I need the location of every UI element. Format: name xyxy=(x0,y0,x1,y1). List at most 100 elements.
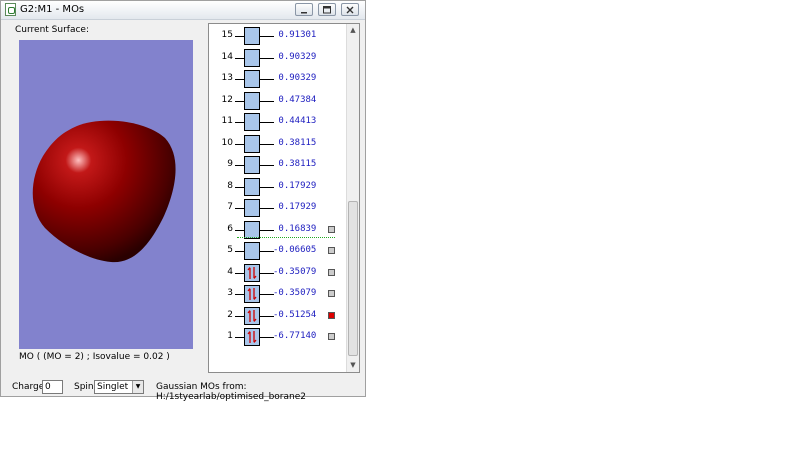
mo-row[interactable]: 9 0.38115 xyxy=(209,156,359,176)
minimize-button[interactable] xyxy=(295,3,313,16)
orbital-box[interactable] xyxy=(244,48,260,67)
orbital-box[interactable] xyxy=(244,328,260,346)
mo-diagram-panel[interactable]: 15 0.91301 14 0.90329 13 0.90329 12 0.47384… xyxy=(208,23,360,373)
bottom-toolbar: Charge: 0 Spin: Singlet ▼ Gaussian MOs f… xyxy=(1,375,365,402)
orbital-box[interactable] xyxy=(244,91,260,110)
mo-index: 7 xyxy=(227,202,233,212)
mo-select-checkbox-selected[interactable] xyxy=(328,311,335,319)
mo-level-line xyxy=(260,186,274,188)
window-title: G2:M1 - MOs xyxy=(20,4,85,15)
mos-window: G2:M1 - MOs Current Surface: MO ((MO = … xyxy=(0,0,366,402)
spin-select[interactable]: Singlet ▼ xyxy=(94,380,144,394)
mo-select-checkbox[interactable] xyxy=(328,290,335,297)
orbital-box[interactable] xyxy=(244,285,260,303)
mo-energy: 0.38115 xyxy=(273,137,317,148)
maximize-icon xyxy=(323,5,331,13)
mo-index: 10 xyxy=(221,137,233,148)
mo-level-line xyxy=(260,251,274,252)
mo-energy: 0.47384 xyxy=(273,94,317,105)
mo-index: 8 xyxy=(227,180,233,191)
mo-energy: 0.38115 xyxy=(273,159,317,169)
orbital-box[interactable] xyxy=(244,199,260,217)
mo-level-line xyxy=(260,165,274,166)
mo-index: 13 xyxy=(221,73,233,83)
mo-level-line xyxy=(260,294,274,295)
mo-energy: -0.51254 xyxy=(273,309,317,320)
app-icon xyxy=(5,3,16,16)
mo-row[interactable]: 3 -0.35079 xyxy=(209,285,359,305)
orbital-box[interactable] xyxy=(244,177,260,196)
mo-row[interactable]: 14 0.90329 xyxy=(209,48,359,69)
mo-select-checkbox[interactable] xyxy=(328,247,335,254)
orbital-box[interactable] xyxy=(244,113,260,131)
mo-row[interactable]: 10 0.38115 xyxy=(209,134,359,155)
mo-energy: 0.44413 xyxy=(273,116,317,126)
scroll-thumb[interactable] xyxy=(348,201,358,356)
current-surface-label: Current Surface: xyxy=(15,25,89,35)
mo-index: 1 xyxy=(227,331,233,341)
mo-index: 2 xyxy=(227,309,233,320)
orbital-box[interactable] xyxy=(244,220,260,239)
mo-row[interactable]: 11 0.44413 xyxy=(209,113,359,133)
chevron-down-icon[interactable]: ▼ xyxy=(132,381,143,393)
mo-index: 12 xyxy=(221,94,233,105)
orbital-box[interactable] xyxy=(244,134,260,153)
mo-level-line xyxy=(260,337,274,338)
close-icon xyxy=(346,6,354,13)
mo-index: 15 xyxy=(221,30,233,40)
mo-row[interactable]: 4 -0.35079 xyxy=(209,263,359,284)
orbital-box[interactable] xyxy=(244,263,260,282)
homo-lumo-divider xyxy=(237,237,335,238)
mo-index: 4 xyxy=(227,266,233,277)
mo-select-checkbox[interactable] xyxy=(328,268,335,276)
mo-energy: 0.16839 xyxy=(273,223,317,234)
orbital-box[interactable] xyxy=(244,242,260,260)
electron-pair-icon xyxy=(247,266,257,279)
surface-viewport[interactable] xyxy=(19,40,193,349)
close-button[interactable] xyxy=(341,3,359,16)
mo-index: 3 xyxy=(227,288,233,298)
mo-row[interactable]: 13 0.90329 xyxy=(209,70,359,90)
charge-input[interactable]: 0 xyxy=(42,380,63,394)
mo-row[interactable]: 8 0.17929 xyxy=(209,177,359,198)
mo-row[interactable]: 2 -0.51254 xyxy=(209,306,359,327)
mo-energy: -0.35079 xyxy=(273,266,317,277)
scroll-up-icon[interactable]: ▲ xyxy=(348,25,358,35)
orbital-box[interactable] xyxy=(244,156,260,174)
mo-caption: MO ( (MO = 2) ; Isovalue = 0.02 ) xyxy=(19,352,170,362)
mo-level-line xyxy=(260,100,274,102)
orbital-box[interactable] xyxy=(244,306,260,325)
mo-energy: -0.06605 xyxy=(273,245,317,255)
mo-row[interactable]: 12 0.47384 xyxy=(209,91,359,112)
mo-level-line xyxy=(260,36,274,37)
scroll-down-icon[interactable]: ▼ xyxy=(348,360,358,370)
mo-energy: -0.35079 xyxy=(273,288,317,298)
title-bar[interactable]: G2:M1 - MOs xyxy=(1,1,365,20)
mo-level-line xyxy=(260,272,274,274)
mo-select-checkbox[interactable] xyxy=(328,225,335,233)
mo-energy: 0.90329 xyxy=(273,73,317,83)
mo-index: 11 xyxy=(221,116,233,126)
mo-select-checkbox[interactable] xyxy=(328,333,335,340)
mo-row[interactable]: 1 -6.77140 xyxy=(209,328,359,348)
mo-index: 5 xyxy=(227,245,233,255)
spin-value: Singlet xyxy=(97,382,129,392)
mo-level-line xyxy=(260,122,274,123)
minimize-icon xyxy=(301,11,307,13)
gaussian-source-label: Gaussian MOs from: H:/1styearlab/optimis… xyxy=(156,382,306,402)
electron-pair-icon xyxy=(247,309,257,322)
electron-pair-icon xyxy=(247,288,257,300)
orbital-box[interactable] xyxy=(244,27,260,45)
mo-scrollbar[interactable]: ▲ ▼ xyxy=(346,24,359,372)
maximize-button[interactable] xyxy=(318,3,336,16)
mo-level-line xyxy=(260,143,274,145)
mo-row[interactable]: 7 0.17929 xyxy=(209,199,359,219)
mo-level-line xyxy=(260,315,274,317)
mo-row[interactable]: 15 0.91301 xyxy=(209,27,359,47)
mo-level-line xyxy=(260,57,274,59)
mo-energy: 0.17929 xyxy=(273,202,317,212)
orbital-box[interactable] xyxy=(244,70,260,88)
mo-row[interactable]: 5 -0.06605 xyxy=(209,242,359,262)
orbital-lobe xyxy=(32,120,176,263)
mo-index: 9 xyxy=(227,159,233,169)
